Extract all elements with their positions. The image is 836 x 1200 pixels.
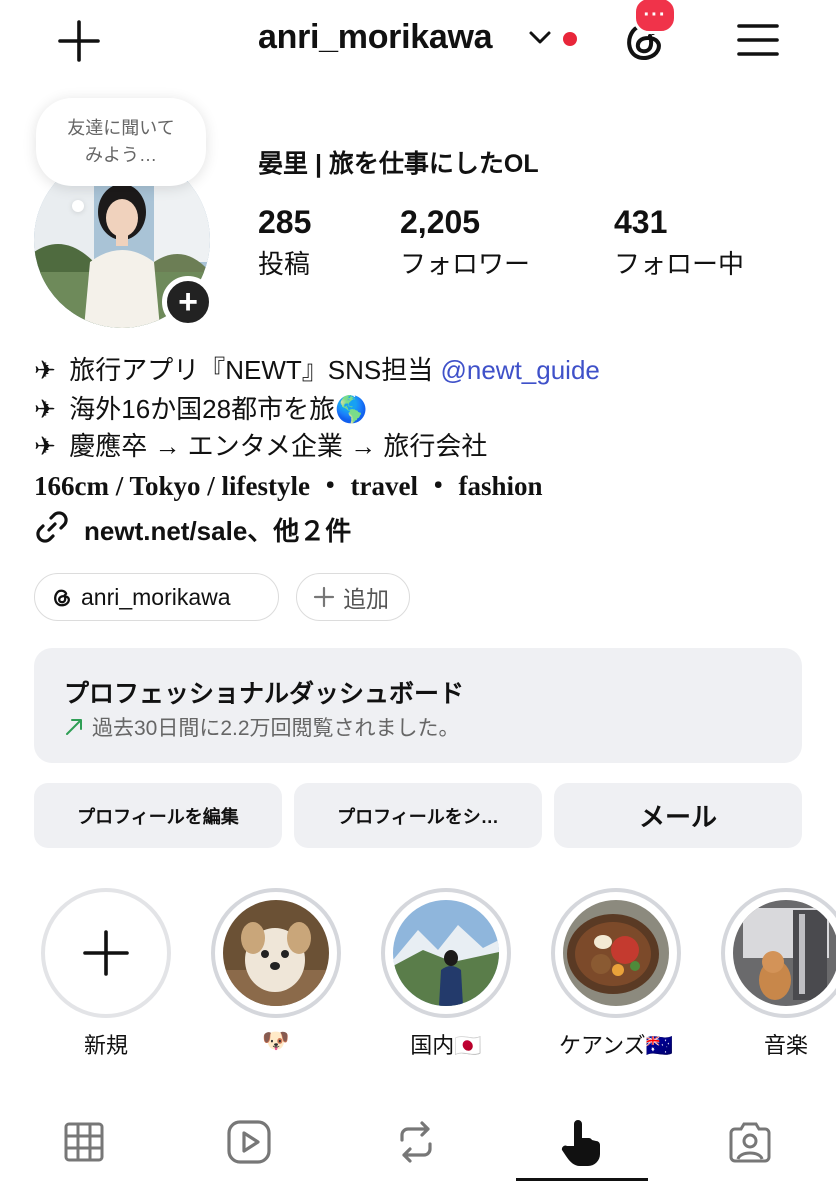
airplane-icon: ✈ <box>34 431 56 461</box>
highlight-music[interactable] <box>721 888 836 1018</box>
create-plus-icon[interactable] <box>52 14 106 68</box>
posts-label[interactable]: 投稿 <box>258 244 310 281</box>
menu-icon[interactable] <box>730 16 786 64</box>
highlight-label-music: 音楽 <box>763 1033 808 1058</box>
dashboard-subtitle: 過去30日間に2.2万回閲覧されました。 <box>92 717 460 740</box>
display-name: 晏里 | 旅を仕事にしたOL <box>258 150 539 178</box>
note-text: 友達に聞いて みよう… <box>67 118 175 165</box>
highlight-label-dog: 🐶 <box>262 1028 290 1053</box>
highlight-dog[interactable] <box>211 888 341 1018</box>
highlight-dog-image <box>223 900 329 1006</box>
bio-line-1: ✈ 旅行アプリ『NEWT』SNS担当 @newt_guide <box>34 350 600 387</box>
highlight-domestic[interactable] <box>381 888 511 1018</box>
trend-up-arrow-icon <box>64 717 84 737</box>
dashboard-subtitle-row: 過去30日間に2.2万回閲覧されました。 <box>64 712 460 742</box>
followers-label[interactable]: フォロワー <box>400 244 530 281</box>
following-label[interactable]: フォロー中 <box>614 244 744 281</box>
highlight-label-domestic: 国内🇯🇵 <box>410 1033 482 1058</box>
bio-link-row[interactable]: newt.net/sale、他２件 <box>34 510 351 548</box>
highlight-domestic-image <box>393 900 499 1006</box>
link-icon <box>34 509 70 550</box>
note-bubble[interactable]: 友達に聞いて みよう… <box>36 98 206 186</box>
threads-pill-label: anri_morikawa <box>81 583 231 610</box>
threads-profile-pill[interactable]: anri_morikawa <box>34 573 279 621</box>
top-bar: anri_morikawa ··· <box>0 0 836 84</box>
following-count[interactable]: 431 <box>614 204 667 241</box>
highlight-label-new: 新規 <box>83 1033 128 1058</box>
highlight-cairns-image <box>563 900 669 1006</box>
edit-profile-button[interactable]: プロフィールを編集 <box>34 783 282 848</box>
active-tab-underline <box>516 1178 648 1181</box>
highlight-cairns[interactable] <box>551 888 681 1018</box>
bio-link-text[interactable]: newt.net/sale、他２件 <box>84 511 351 548</box>
threads-small-icon <box>51 586 73 608</box>
bio-line-4-text: 166cm / Tokyo / lifestyle ・ travel ・ fas… <box>34 471 543 501</box>
note-bubble-tail <box>72 200 84 212</box>
bio-line-4: 166cm / Tokyo / lifestyle ・ travel ・ fas… <box>34 464 543 503</box>
airplane-icon: ✈ <box>34 355 56 385</box>
plus-icon <box>313 586 335 608</box>
bio-line-2: ✈ 海外16か国28都市を旅🌎 <box>34 389 367 426</box>
profile-tab-bar <box>0 1100 836 1200</box>
dashboard-title: プロフェッショナルダッシュボード <box>64 680 465 708</box>
followers-count[interactable]: 2,205 <box>400 204 480 241</box>
add-story-plus-icon[interactable]: + <box>162 276 214 328</box>
bio-mention-link[interactable]: @newt_guide <box>440 355 599 385</box>
highlight-new[interactable] <box>41 888 171 1018</box>
posts-count[interactable]: 285 <box>258 204 311 241</box>
tagged-photos-icon[interactable] <box>720 1112 780 1172</box>
bio-line-3-text: 慶應卒 → エンタメ企業 → 旅行会社 <box>69 431 488 461</box>
add-link-pill[interactable]: 追加 <box>296 573 410 621</box>
highlight-label-cairns: ケアンズ🇦🇺 <box>558 1033 674 1058</box>
tapping-hand-icon[interactable] <box>552 1112 612 1172</box>
reels-icon[interactable] <box>219 1112 279 1172</box>
airplane-icon: ✈ <box>34 394 56 424</box>
highlight-music-image <box>733 900 836 1006</box>
add-pill-label: 追加 <box>343 586 389 612</box>
username-title[interactable]: anri_morikawa <box>258 18 493 57</box>
bio-line-3: ✈ 慶應卒 → エンタメ企業 → 旅行会社 <box>34 426 487 463</box>
professional-dashboard-card[interactable]: プロフェッショナルダッシュボード 過去30日間に2.2万回閲覧されました。 <box>34 648 802 763</box>
reposts-icon[interactable] <box>386 1112 446 1172</box>
bio-line-1-text: 旅行アプリ『NEWT』SNS担当 <box>69 355 434 385</box>
share-profile-button[interactable]: プロフィールをシ… <box>294 783 542 848</box>
notification-dot <box>563 32 577 46</box>
chevron-down-icon[interactable] <box>528 28 552 53</box>
bio-line-2-text: 海外16か国28都市を旅🌎 <box>69 394 368 424</box>
email-button[interactable]: メール <box>554 783 802 848</box>
grid-posts-icon[interactable] <box>54 1112 114 1172</box>
threads-badge[interactable]: ··· <box>633 0 677 34</box>
new-highlight-plus-icon <box>83 930 129 976</box>
